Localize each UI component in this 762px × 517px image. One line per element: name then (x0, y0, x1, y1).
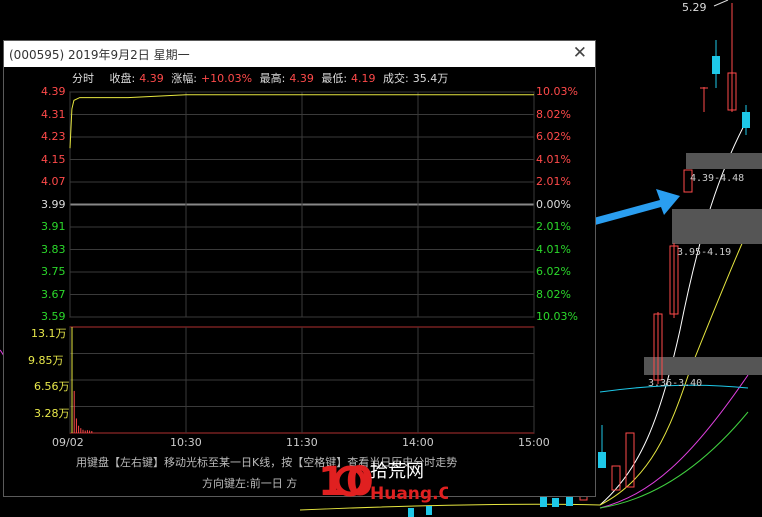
percent-tick-label: 10.03% (536, 85, 578, 98)
price-tick-label: 3.59 (41, 310, 66, 323)
hint-line-2: 方向键左:前一日 方 (202, 477, 298, 490)
percent-tick-label: 6.02% (536, 265, 571, 278)
zone1-label: 4.39-4.48 (690, 173, 744, 184)
volume-tick-label: 13.1万 (31, 327, 67, 340)
volume-tick-label: 9.85万 (28, 353, 64, 367)
price-tick-label: 4.39 (41, 85, 66, 98)
price-tick-label: 4.15 (41, 152, 66, 166)
price-tick-label: 3.75 (41, 265, 66, 278)
time-tick-label: 10:30 (170, 436, 202, 449)
zone-3-95-4-19 (672, 209, 762, 244)
zone2-label: 3.95-4.19 (677, 247, 731, 258)
percent-tick-label: 8.02% (536, 287, 571, 301)
percent-tick-label: 6.02% (536, 130, 571, 143)
percent-tick-label: 4.01% (536, 242, 571, 256)
price-tick-label: 3.91 (41, 220, 66, 233)
percent-tick-label: 2.01% (536, 175, 571, 188)
volume-tick-label: 3.28万 (34, 406, 70, 420)
svg-text:Huang.CN: Huang.CN (370, 484, 448, 503)
price-tick-label: 3.99 (41, 197, 66, 211)
svg-text:拾荒网: 拾荒网 (370, 461, 424, 482)
ma-line-green (599, 411, 749, 509)
time-tick-label: 15:00 (518, 436, 550, 449)
zone-4-39-4-48 (686, 153, 762, 169)
percent-tick-label: 0.00% (536, 197, 571, 211)
price-tick-label: 4.07 (41, 175, 66, 188)
high-label: 5.29 (682, 1, 707, 14)
volume-tick-label: 6.56万 (34, 380, 70, 393)
watermark-logo: 10 拾荒网 Huang.CN (318, 459, 448, 503)
time-tick-label: 11:30 (286, 436, 318, 449)
percent-tick-label: 10.03% (536, 310, 578, 323)
intraday-popup-window: (000595) 2019年9月2日 星期一 ✕ 分时 收盘: 4.39 涨幅: +… (3, 40, 596, 497)
price-tick-label: 3.83 (41, 242, 66, 256)
time-tick-label: 14:00 (402, 436, 434, 449)
percent-tick-label: 8.02% (536, 107, 571, 121)
price-tick-label: 4.23 (41, 130, 66, 143)
percent-tick-label: 2.01% (536, 220, 571, 233)
time-tick-label: 09/02 (52, 436, 84, 449)
intraday-chart[interactable] (4, 41, 595, 496)
percent-tick-label: 4.01% (536, 152, 571, 166)
zone3-label: 3.36-3.40 (648, 378, 702, 389)
price-tick-label: 3.67 (41, 287, 66, 301)
price-tick-label: 4.31 (41, 107, 66, 121)
ma-line-magenta (599, 374, 749, 509)
